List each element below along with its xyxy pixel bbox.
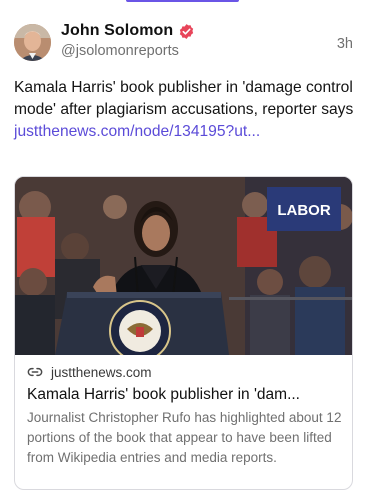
- avatar[interactable]: [14, 24, 51, 61]
- card-body: justthenews.com Kamala Harris' book publ…: [15, 363, 352, 468]
- card-image-sign-text: LABOR: [277, 202, 330, 219]
- card-title[interactable]: Kamala Harris' book publisher in 'dam...: [27, 385, 342, 405]
- author-name-row: John Solomon: [61, 22, 195, 40]
- post-body-text: Kamala Harris' book publisher in 'damage…: [14, 79, 354, 118]
- link-preview-card[interactable]: LABOR justthenews.com Kamala Harris' boo…: [14, 176, 353, 490]
- post-link[interactable]: justthenews.com/node/134195?ut...: [14, 123, 260, 140]
- post-text: Kamala Harris' book publisher in 'damage…: [14, 77, 359, 143]
- verified-badge-icon: [178, 23, 195, 40]
- card-description: Journalist Christopher Rufo has highligh…: [27, 410, 342, 465]
- author-handle[interactable]: @jsolomonreports: [61, 43, 195, 59]
- post-header: John Solomon @jsolomonreports 3h: [14, 22, 353, 66]
- author-block: John Solomon @jsolomonreports: [61, 22, 195, 59]
- card-domain-row: justthenews.com: [27, 363, 342, 381]
- top-accent-bar: [126, 0, 239, 2]
- card-domain: justthenews.com: [51, 364, 152, 380]
- card-image: LABOR: [15, 177, 352, 355]
- author-name[interactable]: John Solomon: [61, 22, 173, 40]
- post-timestamp: 3h: [336, 36, 353, 52]
- link-icon: [27, 364, 43, 380]
